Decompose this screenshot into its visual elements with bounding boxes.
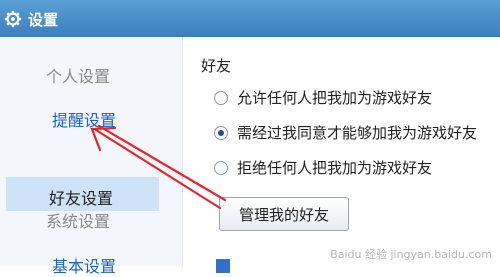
radio-button[interactable] xyxy=(214,160,228,175)
gear-icon xyxy=(4,10,22,28)
sidebar-item-reminder[interactable]: 提醒设置 xyxy=(52,107,116,131)
window-title: 设置 xyxy=(28,11,59,29)
sidebar-item-basic[interactable]: 基本设置 xyxy=(52,253,116,277)
option-reject-anyone[interactable]: 拒绝任何人把我加为游戏好友 xyxy=(214,157,432,178)
partially-visible-option xyxy=(216,259,236,273)
sidebar-item-label: 好友设置 xyxy=(49,189,114,208)
option-label: 需经过我同意才能够加我为游戏好友 xyxy=(237,124,478,142)
section-title: 好友 xyxy=(201,57,232,75)
sidebar-group-system: 系统设置 xyxy=(46,212,111,231)
option-label: 允许任何人把我加为游戏好友 xyxy=(237,89,433,107)
radio-button-selected[interactable] xyxy=(214,125,228,140)
friends-settings-panel: 好友 允许任何人把我加为游戏好友 需经过我同意才能够加我为游戏好友 拒绝任何人把… xyxy=(182,37,500,273)
watermark: Baidu 经验 jingyan.baidu.com xyxy=(330,248,492,261)
radio-button[interactable] xyxy=(214,90,228,105)
option-allow-anyone[interactable]: 允许任何人把我加为游戏好友 xyxy=(214,87,432,108)
window-titlebar: 设置 xyxy=(0,0,500,37)
manage-friends-button[interactable]: 管理我的好友 xyxy=(219,197,349,231)
sidebar-group-personal: 个人设置 xyxy=(46,67,111,86)
settings-sidebar: 个人设置 提醒设置 好友设置 系统设置 基本设置 xyxy=(0,37,183,276)
option-label: 拒绝任何人把我加为游戏好友 xyxy=(237,159,433,177)
option-need-approval[interactable]: 需经过我同意才能够加我为游戏好友 xyxy=(214,122,477,143)
checkbox[interactable] xyxy=(216,259,230,273)
sidebar-item-friends[interactable]: 好友设置 xyxy=(6,177,159,211)
